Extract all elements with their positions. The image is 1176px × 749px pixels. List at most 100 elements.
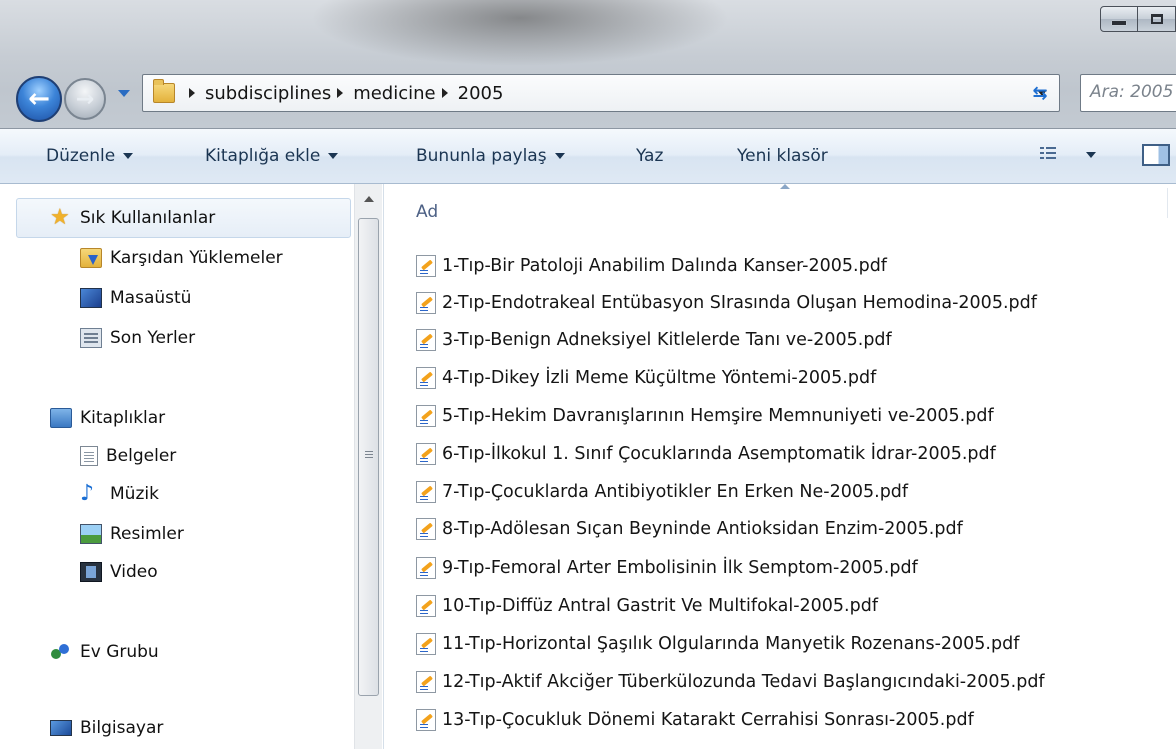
share-with-menu[interactable]: Bununla paylaş	[416, 146, 565, 166]
maximize-button[interactable]	[1138, 6, 1176, 32]
maximize-icon	[1150, 14, 1163, 24]
title-bar: ← → subdisciplines medicine 2005 ⇆ Ara: …	[0, 0, 1176, 129]
breadcrumb-2005[interactable]: 2005	[458, 83, 504, 104]
chevron-right-icon[interactable]	[337, 88, 344, 98]
nav-downloads-label: Karşıdan Yüklemeler	[110, 248, 283, 268]
file-name: 6-Tıp-İlkokul 1. Sınıf Çocuklarında Asem…	[442, 444, 996, 464]
nav-libraries[interactable]: Kitaplıklar	[50, 408, 165, 428]
file-item[interactable]: 10-Tıp-Diffüz Antral Gastrit Ve Multifok…	[416, 595, 878, 617]
file-name: 5-Tıp-Hekim Davranışlarının Hemşire Memn…	[442, 406, 994, 426]
file-name: 1-Tıp-Bir Patoloji Anabilim Dalında Kans…	[442, 256, 887, 276]
music-note-icon: ♪	[80, 481, 95, 506]
nav-favorites[interactable]: ★ Sık Kullanılanlar	[50, 207, 215, 229]
homegroup-icon	[50, 642, 72, 662]
file-item[interactable]: 9-Tıp-Femoral Arter Embolisinin İlk Semp…	[416, 557, 918, 579]
address-bar[interactable]: subdisciplines medicine 2005	[142, 74, 1060, 112]
nav-videos-label: Video	[110, 562, 158, 582]
scroll-thumb[interactable]	[358, 218, 379, 696]
organize-menu[interactable]: Düzenle	[46, 146, 134, 166]
recent-places-icon	[80, 328, 102, 348]
arrow-left-icon: ←	[28, 84, 50, 114]
arrow-right-icon: →	[75, 86, 95, 112]
file-item[interactable]: 5-Tıp-Hekim Davranışlarının Hemşire Memn…	[416, 405, 994, 427]
minimize-button[interactable]	[1100, 6, 1138, 32]
file-name: 10-Tıp-Diffüz Antral Gastrit Ve Multifok…	[442, 596, 878, 616]
search-input[interactable]: Ara: 2005	[1080, 74, 1176, 112]
nav-music[interactable]: ♪ Müzik	[80, 481, 159, 506]
libraries-icon	[50, 408, 72, 428]
pdf-file-icon	[416, 557, 436, 579]
pdf-file-icon	[416, 595, 436, 617]
file-name: 4-Tıp-Dikey İzli Meme Küçültme Yöntemi-2…	[442, 368, 877, 388]
nav-music-label: Müzik	[110, 484, 159, 504]
nav-scrollbar[interactable]	[354, 184, 382, 749]
file-item[interactable]: 4-Tıp-Dikey İzli Meme Küçültme Yöntemi-2…	[416, 367, 876, 389]
chevron-right-icon[interactable]	[189, 88, 195, 98]
file-name: 2-Tıp-Endotrakeal Entübasyon SIrasında O…	[442, 293, 1037, 313]
pdf-file-icon	[416, 481, 436, 503]
file-item[interactable]: 1-Tıp-Bir Patoloji Anabilim Dalında Kans…	[416, 255, 887, 277]
pdf-file-icon	[416, 329, 436, 351]
column-divider[interactable]	[1167, 188, 1168, 218]
file-name: 11-Tıp-Horizontal Şaşılık Olgularında Ma…	[442, 634, 1020, 654]
include-in-library-menu[interactable]: Kitaplığa ekle	[205, 146, 339, 166]
window-controls	[1100, 6, 1176, 32]
recent-pages-dropdown[interactable]	[118, 90, 130, 97]
nav-libraries-label: Kitaplıklar	[80, 408, 166, 428]
view-options-dropdown[interactable]	[1086, 152, 1096, 158]
column-header-name[interactable]: Ad	[416, 202, 438, 222]
nav-desktop-label: Masaüstü	[110, 288, 192, 308]
pdf-file-icon	[416, 367, 436, 389]
picture-icon	[80, 524, 102, 544]
nav-recent-places[interactable]: Son Yerler	[80, 328, 195, 348]
file-item[interactable]: 8-Tıp-Adölesan Sıçan Beyninde Antioksida…	[416, 518, 963, 540]
nav-desktop[interactable]: Masaüstü	[80, 288, 191, 308]
nav-downloads[interactable]: Karşıdan Yüklemeler	[80, 248, 283, 268]
forward-button[interactable]: →	[64, 78, 106, 120]
view-options-icon[interactable]	[1040, 146, 1056, 162]
new-folder-button[interactable]: Yeni klasör	[737, 146, 828, 166]
grip-icon	[365, 451, 373, 452]
file-name: 9-Tıp-Femoral Arter Embolisinin İlk Semp…	[442, 558, 918, 578]
share-with-label: Bununla paylaş	[416, 146, 547, 166]
pdf-file-icon	[416, 443, 436, 465]
file-item[interactable]: 2-Tıp-Endotrakeal Entübasyon SIrasında O…	[416, 292, 1037, 314]
chevron-right-icon[interactable]	[441, 88, 448, 98]
chevron-down-icon	[123, 153, 134, 159]
file-name: 3-Tıp-Benign Adneksiyel Kitlelerde Tanı …	[442, 330, 892, 350]
nav-videos[interactable]: Video	[80, 562, 158, 582]
nav-computer-label: Bilgisayar	[80, 718, 164, 738]
nav-recent-label: Son Yerler	[110, 328, 196, 348]
burn-button[interactable]: Yaz	[636, 146, 663, 166]
pdf-file-icon	[416, 255, 436, 277]
nav-documents[interactable]: Belgeler	[80, 446, 176, 466]
command-bar: Düzenle Kitaplığa ekle Bununla paylaş Ya…	[0, 129, 1176, 184]
scroll-up-arrow[interactable]	[364, 196, 374, 202]
file-name: 8-Tıp-Adölesan Sıçan Beyninde Antioksida…	[442, 519, 963, 539]
file-list: Ad 1-Tıp-Bir Patoloji Anabilim Dalında K…	[384, 184, 1176, 749]
file-item[interactable]: 12-Tıp-Aktif Akciğer Tüberkülozunda Teda…	[416, 671, 1045, 693]
file-item[interactable]: 6-Tıp-İlkokul 1. Sınıf Çocuklarında Asem…	[416, 443, 996, 465]
breadcrumb-medicine[interactable]: medicine	[353, 83, 435, 104]
pdf-file-icon	[416, 709, 436, 731]
breadcrumb-subdisciplines[interactable]: subdisciplines	[205, 83, 331, 104]
nav-computer[interactable]: Bilgisayar	[50, 718, 163, 738]
video-icon	[80, 562, 102, 582]
nav-documents-label: Belgeler	[106, 446, 177, 466]
refresh-icon: ⇆	[1032, 82, 1048, 104]
nav-pictures-label: Resimler	[110, 524, 184, 544]
file-item[interactable]: 13-Tıp-Çocukluk Dönemi Katarakt Cerrahis…	[416, 709, 974, 731]
pdf-file-icon	[416, 405, 436, 427]
nav-pictures[interactable]: Resimler	[80, 524, 184, 544]
file-item[interactable]: 11-Tıp-Horizontal Şaşılık Olgularında Ma…	[416, 633, 1019, 655]
nav-homegroup[interactable]: Ev Grubu	[50, 642, 159, 662]
file-item[interactable]: 7-Tıp-Çocuklarda Antibiyotikler En Erken…	[416, 481, 908, 503]
file-item[interactable]: 3-Tıp-Benign Adneksiyel Kitlelerde Tanı …	[416, 329, 892, 351]
pdf-file-icon	[416, 671, 436, 693]
preview-pane-icon[interactable]	[1142, 144, 1170, 166]
minimize-icon	[1112, 21, 1126, 25]
refresh-button[interactable]: ⇆	[1024, 76, 1056, 110]
chevron-down-icon	[328, 153, 339, 159]
back-button[interactable]: ←	[16, 76, 62, 122]
file-name: 7-Tıp-Çocuklarda Antibiyotikler En Erken…	[442, 482, 909, 502]
